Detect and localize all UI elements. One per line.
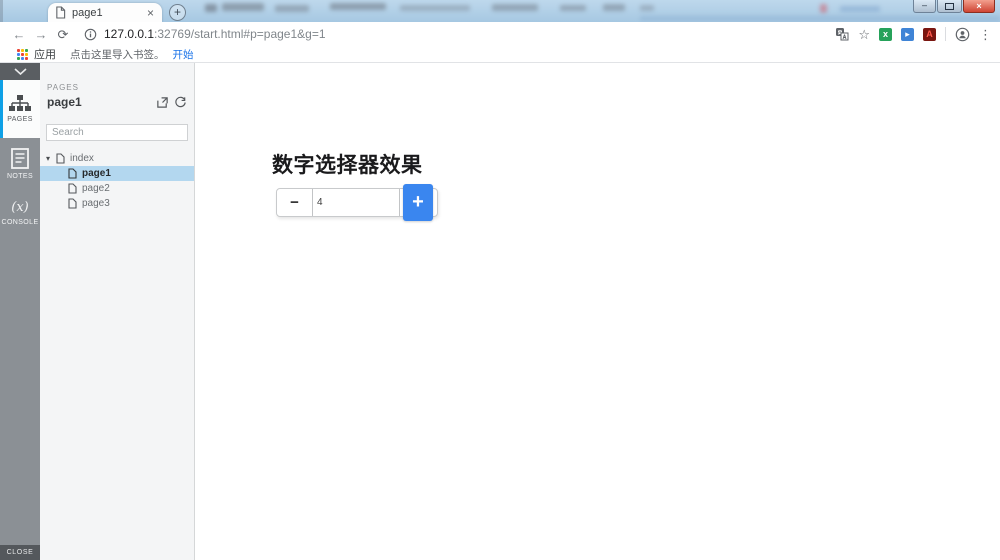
caret-down-icon[interactable]: ▾ [46,154,56,163]
bookmark-star-icon[interactable]: ☆ [858,28,870,41]
console-icon: (x) [11,200,29,215]
window-controls: – × [912,0,995,13]
number-stepper: − + [276,184,438,221]
pages-panel: PAGES page1 ▾ index [40,63,195,560]
stepper-value-input[interactable] [313,189,401,216]
page-search [46,122,188,141]
panel-section-label: PAGES [47,83,79,92]
page-icon [56,153,65,164]
tree-item-page3[interactable]: page3 [40,196,194,211]
tree-item-label: index [70,153,94,164]
forward-icon[interactable]: → [30,28,52,41]
page-favicon-icon [56,6,66,19]
sitemap-icon [9,95,31,111]
tree-item-index[interactable]: ▾ index [40,151,194,166]
url-text[interactable]: 127.0.0.1:32769/start.html#p=page1&g=1 [104,27,326,41]
profile-icon[interactable] [955,27,970,42]
tree-item-label: page3 [82,198,110,209]
url-host: 127.0.0.1 [104,27,155,41]
address-bar[interactable]: 127.0.0.1:32769/start.html#p=page1&g=1 [84,27,826,41]
sidebar-item-pages[interactable]: PAGES [0,80,40,138]
start-bookmark-link[interactable]: 开始 [173,47,194,62]
toolbar-separator [945,27,946,41]
tab-strip: page1 × + – × [0,0,1000,22]
console-rail-label: CONSOLE [1,219,39,226]
increment-button[interactable]: + [403,184,433,221]
translate-icon[interactable] [835,27,849,41]
site-info-icon[interactable] [84,28,97,41]
tree-item-label: page1 [82,168,111,179]
tree-item-label: page2 [82,183,110,194]
page-tree: ▾ index page1 page2 page3 [40,151,194,211]
stepper-divider [399,189,400,216]
notes-rail-label: NOTES [6,173,34,180]
sidebar-item-notes[interactable]: NOTES [0,138,40,190]
notes-icon [11,148,29,169]
current-page-title: page1 [47,95,82,109]
extension-green-icon[interactable]: x [879,27,892,41]
reload-icon[interactable]: ⟳ [52,28,74,41]
toolbar-right-cluster: ☆ x ▸ A ⋮ [826,27,992,42]
prototype-canvas: 数字选择器效果 − + [195,63,1000,560]
page-icon [68,198,77,209]
url-path: :32769/start.html#p=page1&g=1 [154,27,326,41]
open-in-new-window-icon[interactable] [156,96,169,109]
page-title: 数字选择器效果 [272,154,423,177]
new-tab-button[interactable]: + [169,4,186,21]
extension-blue-icon[interactable]: ▸ [901,27,914,41]
window-close-button[interactable]: × [963,0,995,13]
extension-adobe-icon[interactable]: A [923,27,936,41]
tab-close-icon[interactable]: × [146,7,155,19]
panel-title-row: page1 [47,95,187,109]
page-icon [68,168,77,179]
apps-bookmark-label[interactable]: 应用 [34,46,56,62]
import-bookmarks-hint: 点击这里导入书签。 [70,48,165,61]
sidebar-rail: PAGES NOTES (x) CONSOLE CLOSE [0,63,40,560]
chevron-down-icon [13,68,27,75]
back-icon[interactable]: ← [8,28,30,41]
collapse-sidebar-button[interactable] [0,63,40,80]
bookmarks-bar: 应用 点击这里导入书签。 开始 [0,46,1000,63]
tree-item-page2[interactable]: page2 [40,181,194,196]
close-sidebar-button[interactable]: CLOSE [0,545,40,560]
page-icon [68,183,77,194]
browser-toolbar: ← → ⟳ 127.0.0.1:32769/start.html#p=page1… [0,22,1000,46]
sidebar-item-console[interactable]: (x) CONSOLE [0,190,40,236]
window-minimize-button[interactable]: – [913,0,936,13]
pages-rail-label: PAGES [7,116,33,123]
chrome-menu-icon[interactable]: ⋮ [979,28,992,41]
axure-player: PAGES NOTES (x) CONSOLE CLOSE PAGES page… [0,63,1000,560]
tree-item-page1[interactable]: page1 [40,166,194,181]
search-input[interactable] [46,124,188,141]
tab-title: page1 [72,6,103,19]
window-maximize-button[interactable] [937,0,962,13]
window-edge [0,0,3,22]
browser-tab[interactable]: page1 × [48,3,162,22]
apps-grid-icon[interactable] [17,48,28,60]
decrement-button[interactable]: − [277,189,313,216]
refresh-page-icon[interactable] [174,96,187,109]
